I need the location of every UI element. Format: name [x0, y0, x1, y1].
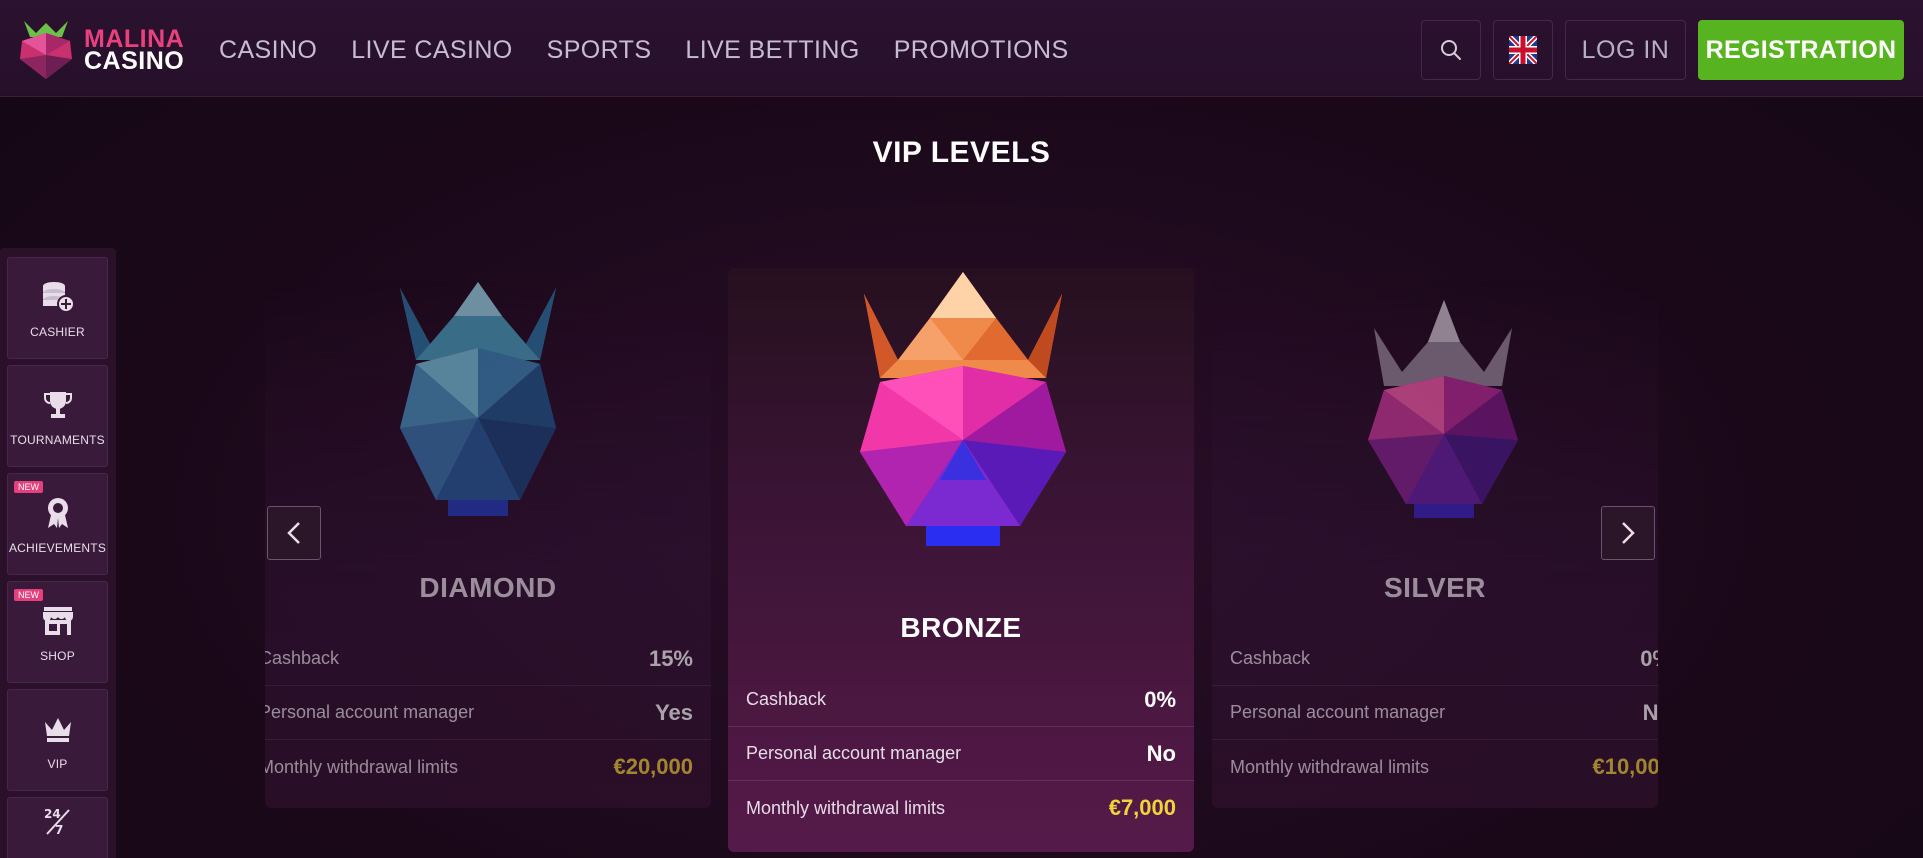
vip-level-table: Cashback 0% Personal account manager No … [728, 673, 1194, 835]
nav-live-betting[interactable]: LIVE BETTING [685, 36, 859, 65]
sidebar-item-achievements[interactable]: NEW ACHIEVEMENTS [7, 473, 108, 575]
chevron-right-icon [1622, 522, 1635, 544]
main-nav: CASINO LIVE CASINO SPORTS LIVE BETTING P… [219, 36, 1103, 65]
table-row: Cashback 0% [728, 673, 1194, 727]
vip-level-name: BRONZE [900, 612, 1022, 643]
row-label: Monthly withdrawal limits [746, 797, 946, 818]
registration-button[interactable]: REGISTRATION [1698, 20, 1904, 80]
row-label: Personal account manager [265, 702, 475, 722]
table-row: Personal account manager Yes [265, 686, 711, 740]
vip-card-bronze: BRONZE Cashback 0% Personal account mana… [728, 268, 1194, 852]
row-value: €20,000 [613, 754, 693, 779]
page-title: VIP LEVELS [872, 136, 1051, 169]
carousel-prev-button[interactable] [267, 506, 321, 560]
medal-icon [38, 493, 78, 533]
table-row: Cashback 0% [1212, 632, 1658, 686]
sidebar-label-vip: VIP [47, 757, 68, 771]
new-badge: NEW [14, 481, 43, 493]
logo-text-casino: CASINO [84, 47, 185, 75]
row-value: No [1642, 699, 1658, 725]
carousel-next-button[interactable] [1601, 506, 1655, 560]
sidebar-label-tournaments: TOURNAMENTS [10, 433, 105, 447]
row-value: €10,000 [1592, 754, 1658, 779]
login-button[interactable]: LOG IN [1565, 20, 1686, 80]
vip-level-name: SILVER [1383, 572, 1487, 603]
table-row: Cashback 15% [265, 632, 711, 686]
table-row: Monthly withdrawal limits €10,000 [1212, 740, 1658, 794]
sidebar-item-support[interactable]: 24 7 [7, 797, 108, 858]
raspberry-logo-icon [16, 19, 76, 81]
diamond-gem-icon [400, 282, 556, 516]
chevron-left-icon [287, 522, 300, 544]
row-value: 0% [1144, 686, 1176, 712]
row-value: 15% [648, 645, 693, 671]
table-row: Monthly withdrawal limits €20,000 [265, 740, 711, 794]
row-label: Personal account manager [1230, 702, 1446, 722]
row-label: Monthly withdrawal limits [1230, 756, 1430, 777]
sidebar-label-cashier: CASHIER [30, 325, 85, 339]
search-button[interactable] [1421, 20, 1481, 80]
sidebar-item-shop[interactable]: NEW SHOP [7, 581, 108, 683]
shop-icon [38, 601, 78, 641]
sidebar-label-shop: SHOP [40, 649, 75, 663]
left-sidebar: CASHIER TOURNAMENTS NEW ACHIEVEMENTS NEW… [0, 248, 116, 858]
search-icon [1441, 40, 1461, 60]
support-24-7-icon: 24 7 [38, 801, 78, 841]
language-button[interactable] [1493, 20, 1553, 80]
vip-level-name: DIAMOND [419, 572, 557, 603]
table-row: Personal account manager No [728, 727, 1194, 781]
table-row: Monthly withdrawal limits €7,000 [728, 781, 1194, 835]
row-label: Monthly withdrawal limits [265, 756, 459, 777]
table-row: Personal account manager No [1212, 686, 1658, 740]
page: MALINA CASINO CASINO LIVE CASINO SPORTS … [0, 0, 1923, 858]
coins-plus-icon [38, 277, 78, 317]
nav-casino[interactable]: CASINO [219, 36, 317, 65]
sidebar-item-vip[interactable]: VIP [7, 689, 108, 791]
row-label: Cashback [746, 689, 827, 709]
nav-sports[interactable]: SPORTS [547, 36, 652, 65]
vip-card-silver: SILVER Cashback 0% Personal account mana… [1212, 280, 1658, 808]
vip-level-table: Cashback 15% Personal account manager Ye… [265, 632, 711, 794]
sidebar-item-tournaments[interactable]: TOURNAMENTS [7, 365, 108, 467]
row-label: Personal account manager [746, 743, 962, 763]
nav-promotions[interactable]: PROMOTIONS [894, 36, 1069, 65]
row-value: €7,000 [1108, 795, 1176, 820]
row-value: No [1146, 740, 1176, 766]
sidebar-label-achievements: ACHIEVEMENTS [8, 541, 107, 555]
row-label: Cashback [1230, 648, 1311, 668]
vip-level-table: Cashback 0% Personal account manager No … [1212, 632, 1658, 794]
row-value: Yes [655, 699, 693, 725]
bronze-gem-icon [860, 272, 1066, 546]
top-header: MALINA CASINO CASINO LIVE CASINO SPORTS … [0, 0, 1923, 97]
uk-flag-icon [1509, 36, 1537, 64]
svg-text:24: 24 [44, 807, 61, 821]
silver-gem-icon [1368, 300, 1518, 518]
row-value: 0% [1640, 645, 1658, 671]
trophy-icon [38, 385, 78, 425]
nav-live-casino[interactable]: LIVE CASINO [351, 36, 512, 65]
crown-icon [38, 709, 78, 749]
sidebar-item-cashier[interactable]: CASHIER [7, 257, 108, 359]
row-label: Cashback [265, 648, 340, 668]
vip-card-diamond: DIAMOND Cashback 15% Personal account ma… [265, 280, 711, 808]
logo[interactable]: MALINA CASINO [16, 18, 185, 82]
new-badge: NEW [14, 589, 43, 601]
